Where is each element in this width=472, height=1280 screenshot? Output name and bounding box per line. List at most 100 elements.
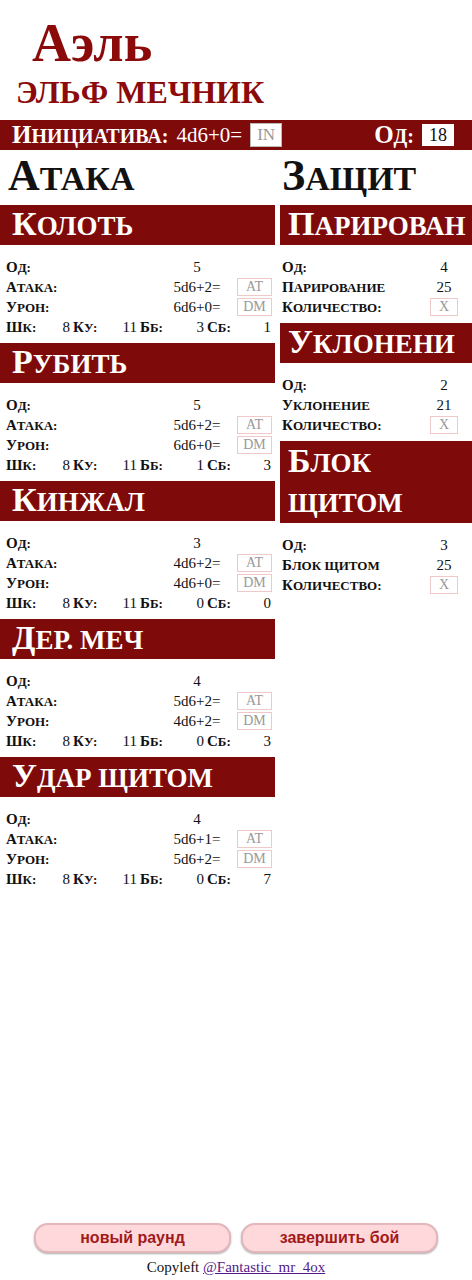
action-points-label: ОД: [374, 121, 414, 149]
modifier-value: 0 [197, 595, 205, 612]
modifier-value: 3 [264, 457, 272, 474]
damage-row: УРОН:4d6+0=DM [6, 573, 275, 593]
copyleft-prefix: Copyleft [147, 1259, 200, 1275]
modifier-value: 1 [197, 457, 205, 474]
defense-label: УКЛОНЕНИЕ [282, 397, 424, 414]
defense-name[interactable]: БЛОК ЩИТОМ [280, 441, 472, 523]
modifier-label: ББ: [140, 871, 163, 888]
attack-input[interactable]: AT [237, 830, 272, 848]
attack-stats: ОД:4АТАКА:5d6+1=ATУРОН:5d6+2=DMШК:8КУ:11… [0, 797, 275, 895]
modifier: КУ:11 [73, 871, 140, 888]
attack-formula: 5d6+2= [157, 279, 237, 296]
attack-input[interactable]: AT [237, 278, 272, 296]
modifier-value: 1 [264, 319, 272, 336]
attack-stats: ОД:5АТАКА:5d6+2=ATУРОН:6d6+0=DMШК:8КУ:11… [0, 383, 275, 481]
modifier-value: 11 [123, 871, 137, 888]
count-row: КОЛИЧЕСТВО:X [282, 415, 464, 435]
attack-input[interactable]: AT [237, 554, 272, 572]
defense-stats: ОД:3БЛОК ЩИТОМ25КОЛИЧЕСТВО:X [280, 523, 472, 601]
action-points: ОД: 18 [374, 121, 454, 149]
damage-input[interactable]: DM [237, 712, 272, 730]
modifier: ББ:3 [140, 319, 207, 336]
defense-value: 25 [424, 279, 464, 296]
defense-name[interactable]: ПАРИРОВАН [280, 205, 472, 245]
defense-label: ПАРИРОВАНИЕ [282, 279, 424, 296]
modifier-label: ШК: [6, 595, 36, 612]
od-label: ОД: [6, 673, 157, 690]
od-value: 2 [424, 377, 464, 394]
defense-row: УКЛОНЕНИЕ21 [282, 395, 464, 415]
page: АэльЭЛЬФ МЕЧНИКИНИЦИАТИВА:4d6+0=INОД:18А… [0, 0, 472, 1280]
attack-row: АТАКА:4d6+2=AT [6, 553, 275, 573]
damage-input[interactable]: DM [237, 436, 272, 454]
od-row: ОД:3 [6, 533, 275, 553]
count-input[interactable]: X [430, 416, 458, 434]
od-value: 4 [157, 811, 237, 828]
attack-name[interactable]: УДАР ЩИТОМ [0, 757, 275, 797]
attack-label: АТАКА: [6, 831, 157, 848]
modifier-value: 11 [123, 595, 137, 612]
modifier-value: 8 [63, 595, 71, 612]
initiative-input[interactable]: IN [250, 123, 282, 147]
damage-input[interactable]: DM [237, 574, 272, 592]
modifier-value: 3 [197, 319, 205, 336]
attack-name[interactable]: ДЕР. МЕЧ [0, 619, 275, 659]
modifier: КУ:11 [73, 319, 140, 336]
od-row: ОД:5 [6, 257, 275, 277]
od-label: ОД: [6, 397, 157, 414]
sheet: АэльЭЛЬФ МЕЧНИКИНИЦИАТИВА:4d6+0=INОД:18А… [0, 0, 472, 1223]
count-input[interactable]: X [430, 298, 458, 316]
attack-name[interactable]: КОЛОТЬ [0, 205, 275, 245]
attack-label: АТАКА: [6, 279, 157, 296]
modifier: КУ:11 [73, 457, 140, 474]
action-points-value[interactable]: 18 [422, 124, 454, 146]
initiative-label: ИНИЦИАТИВА: [12, 121, 168, 149]
modifier-label: СБ: [207, 733, 231, 750]
damage-label: УРОН: [6, 299, 157, 316]
modifier-label: ШК: [6, 457, 36, 474]
defense-stats: ОД:2УКЛОНЕНИЕ21КОЛИЧЕСТВО:X [280, 363, 472, 441]
defense-label: БЛОК ЩИТОМ [282, 557, 424, 574]
defense-name[interactable]: УКЛОНЕНИ [280, 323, 472, 363]
od-row: ОД:5 [6, 395, 275, 415]
attack-formula: 5d6+2= [157, 417, 237, 434]
author-link[interactable]: @Fantastic_mr_4ox [203, 1259, 325, 1275]
damage-formula: 4d6+2= [157, 713, 237, 730]
damage-label: УРОН: [6, 437, 157, 454]
damage-input[interactable]: DM [237, 850, 272, 868]
od-label: ОД: [282, 259, 424, 276]
attack-name[interactable]: РУБИТЬ [0, 343, 275, 383]
attack-formula: 4d6+2= [157, 555, 237, 572]
initiative: ИНИЦИАТИВА:4d6+0=IN [12, 121, 282, 149]
modifier: ББ:1 [140, 457, 207, 474]
modifier: КУ:11 [73, 733, 140, 750]
attack-input[interactable]: AT [237, 416, 272, 434]
attack-heading: АТАКА [0, 150, 275, 205]
attack-row: АТАКА:5d6+2=AT [6, 691, 275, 711]
new-round-button[interactable]: новый раунд [34, 1223, 231, 1253]
attack-name[interactable]: КИНЖАЛ [0, 481, 275, 521]
od-row: ОД:2 [282, 375, 464, 395]
damage-row: УРОН:6d6+0=DM [6, 435, 275, 455]
modifier-label: ББ: [140, 595, 163, 612]
attack-formula: 5d6+1= [157, 831, 237, 848]
footer: новый раунд завершить бой Copyleft @Fantas… [0, 1223, 472, 1280]
count-input[interactable]: X [430, 576, 458, 594]
modifier: ШК:8 [6, 457, 73, 474]
attack-card: ДЕР. МЕЧОД:4АТАКА:5d6+2=ATУРОН:4d6+2=DMШ… [0, 619, 275, 757]
od-value: 4 [424, 259, 464, 276]
modifier-value: 0 [264, 595, 272, 612]
count-label: КОЛИЧЕСТВО: [282, 577, 424, 594]
modifier-value: 7 [264, 871, 272, 888]
modifier: СБ:0 [207, 595, 274, 612]
attack-input[interactable]: AT [237, 692, 272, 710]
damage-formula: 4d6+0= [157, 575, 237, 592]
modifier: ШК:8 [6, 871, 73, 888]
modifier-label: ШК: [6, 871, 36, 888]
end-battle-button[interactable]: завершить бой [241, 1223, 438, 1253]
attack-stats: ОД:4АТАКА:5d6+2=ATУРОН:4d6+2=DMШК:8КУ:11… [0, 659, 275, 757]
od-value: 5 [157, 397, 237, 414]
attack-label: АТАКА: [6, 417, 157, 434]
damage-input[interactable]: DM [237, 298, 272, 316]
modifier: ББ:0 [140, 871, 207, 888]
